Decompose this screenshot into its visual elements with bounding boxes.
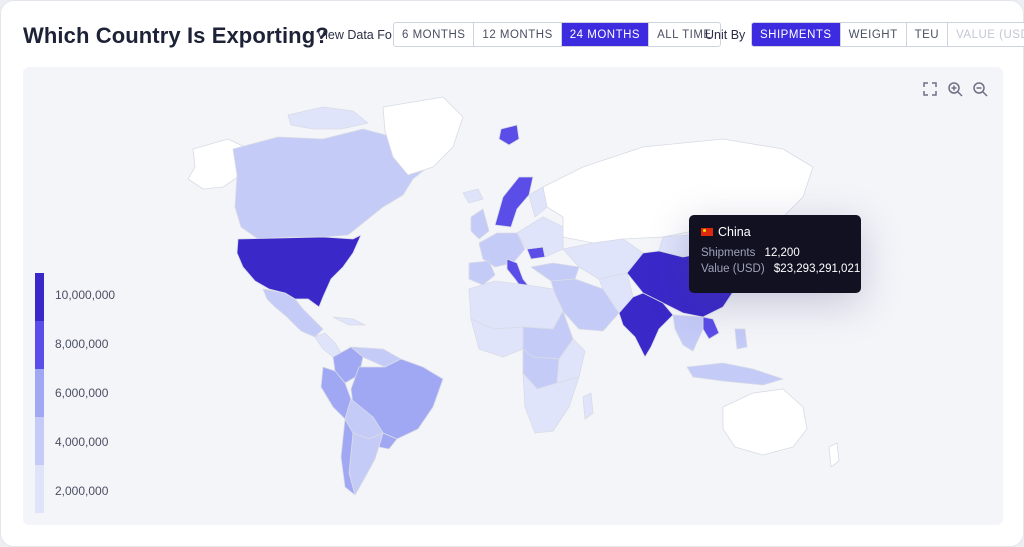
region-indonesia[interactable] [686,362,784,386]
legend-tick: 10,000,000 [55,288,116,302]
unit-teu-button[interactable]: TEU [907,23,949,46]
view-data-label: View Data Fo [317,28,392,42]
country-vietnam[interactable] [702,316,720,340]
country-new-zealand[interactable] [828,442,840,468]
map-panel: 10,000,000 8,000,000 6,000,000 4,000,000… [23,67,1003,525]
country-argentina[interactable] [348,432,384,496]
country-united-kingdom[interactable] [470,208,490,240]
unit-by-segmented-control: SHIPMENTS WEIGHT TEU VALUE (USD) [751,22,1024,47]
tooltip-row-value: Value (USD) $23,293,291,021 [701,263,860,275]
country-norway-sweden[interactable] [494,176,534,228]
legend-tick: 4,000,000 [55,435,109,449]
region-canadian-arctic[interactable] [287,106,369,130]
country-philippines[interactable] [734,328,748,350]
country-svalbard[interactable] [498,124,520,146]
tooltip-key: Value (USD) [701,263,765,275]
country-tooltip: China Shipments 12,200 Value (USD) $23,2… [689,215,861,293]
legend-tick: 6,000,000 [55,386,109,400]
exporting-card: Which Country Is Exporting? View Data Fo… [0,0,1024,547]
world-map[interactable] [23,67,1003,525]
tooltip-key: Shipments [701,247,756,259]
period-6-months-button[interactable]: 6 MONTHS [394,23,475,46]
country-australia[interactable] [722,388,808,456]
legend-tick: 8,000,000 [55,337,109,351]
region-caribbean[interactable] [332,316,366,326]
country-iceland[interactable] [462,188,484,204]
unit-by-label: Unit By [705,28,746,42]
country-madagascar[interactable] [582,392,594,420]
region-north-africa[interactable] [468,280,564,330]
period-12-months-button[interactable]: 12 MONTHS [474,23,562,46]
view-data-segmented-control: 6 MONTHS 12 MONTHS 24 MONTHS ALL TIME [393,22,721,47]
unit-shipments-button[interactable]: SHIPMENTS [752,23,841,46]
tooltip-country-name: China [718,225,751,239]
region-turkey[interactable] [530,262,580,282]
china-flag-icon [701,228,713,236]
tooltip-value: $23,293,291,021 [773,263,861,275]
legend-tick: 2,000,000 [55,484,109,498]
page-title: Which Country Is Exporting? [23,23,329,48]
legend-color-scale [35,273,44,513]
region-central-america[interactable] [314,332,342,358]
unit-value-usd-button: VALUE (USD) [956,28,1024,41]
tooltip-value: 12,200 [764,247,800,259]
unit-weight-button[interactable]: WEIGHT [841,23,907,46]
country-united-states[interactable] [236,234,362,308]
tooltip-row-shipments: Shipments 12,200 [701,247,849,259]
period-24-months-button[interactable]: 24 MONTHS [561,23,650,46]
region-southeast-asia[interactable] [672,314,704,352]
